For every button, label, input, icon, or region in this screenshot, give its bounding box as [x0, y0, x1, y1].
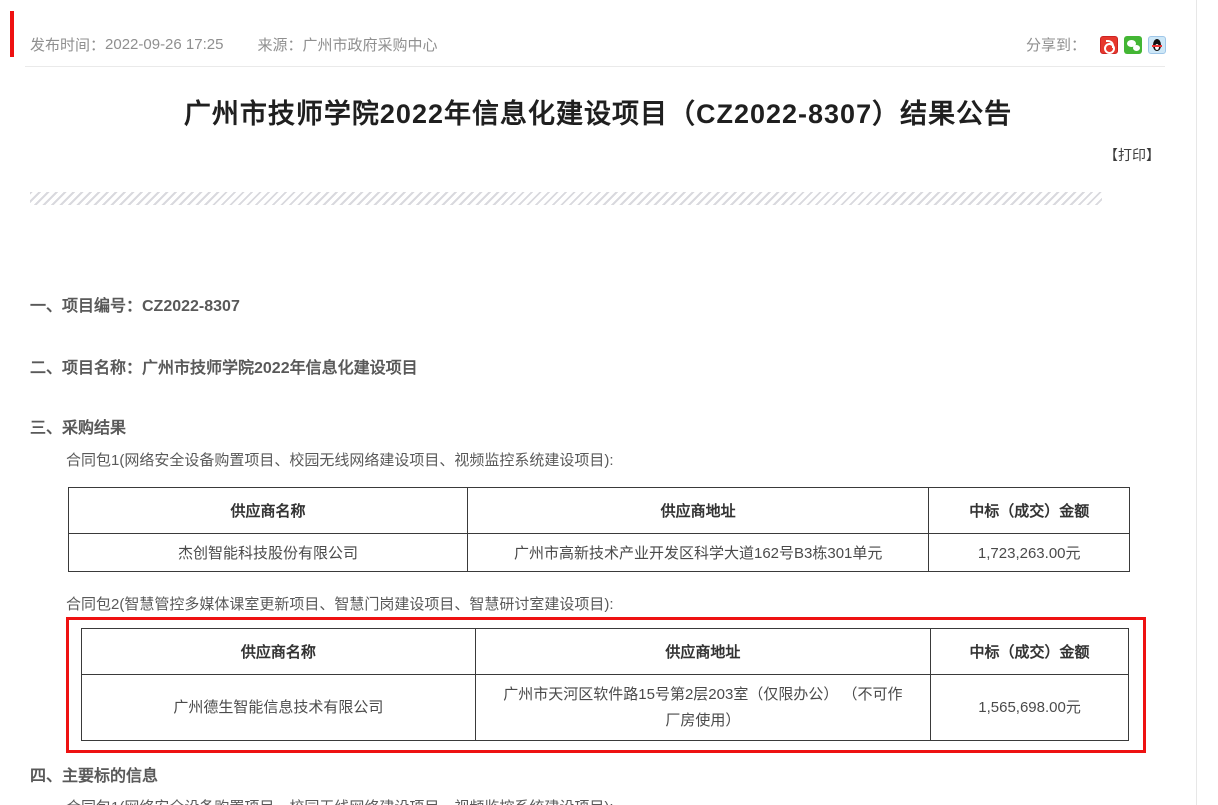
section-procurement-result: 三、采购结果 [30, 414, 126, 438]
weibo-ray-glyph [1106, 40, 1114, 48]
red-annotation-mark [10, 11, 14, 57]
publish-time-label: 发布时间： [30, 34, 105, 55]
supplier-name-cell: 广州德生智能信息技术有限公司 [82, 675, 476, 741]
supplier-address-cell: 广州市高新技术产业开发区科学大道162号B3栋301单元 [467, 534, 929, 572]
weibo-share-icon[interactable] [1100, 36, 1118, 54]
source-label: 来源： [257, 34, 302, 55]
hatched-divider [30, 192, 1102, 205]
section-project-name: 二、项目名称：广州市技师学院2022年信息化建设项目 [30, 354, 418, 378]
meta-bar: 发布时间： 2022-09-26 17:25 来源： 广州市政府采购中心 分享到… [30, 34, 1166, 55]
publish-time-value: 2022-09-26 17:25 [105, 36, 223, 53]
column-divider [1196, 0, 1197, 805]
supplier-name-header: 供应商名称 [82, 629, 476, 675]
award-amount-cell: 1,565,698.00元 [931, 675, 1129, 741]
table-row: 杰创智能科技股份有限公司 广州市高新技术产业开发区科学大道162号B3栋301单… [69, 534, 1130, 572]
supplier-address-cell: 广州市天河区软件路15号第2层203室（仅限办公） （不可作厂房使用） [475, 675, 930, 741]
package1-label: 合同包1(网络安全设备购置项目、校园无线网络建设项目、视频监控系统建设项目): [66, 449, 614, 470]
wechat-bubble2-glyph [1133, 45, 1140, 51]
table-row: 广州德生智能信息技术有限公司 广州市天河区软件路15号第2层203室（仅限办公）… [82, 675, 1129, 741]
package2-result-table: 供应商名称 供应商地址 中标（成交）金额 广州德生智能信息技术有限公司 广州市天… [81, 628, 1129, 741]
share-bar: 分享到： [1026, 34, 1166, 55]
wechat-share-icon[interactable] [1124, 36, 1142, 54]
table-header-row: 供应商名称 供应商地址 中标（成交）金额 [69, 488, 1130, 534]
meta-divider-line [25, 66, 1165, 67]
qq-scarf-glyph [1152, 45, 1162, 47]
supplier-address-header: 供应商地址 [475, 629, 930, 675]
supplier-name-cell: 杰创智能科技股份有限公司 [69, 534, 468, 572]
award-amount-header: 中标（成交）金额 [931, 629, 1129, 675]
bottom-partial-line: 合同包1(网络安全设备购置项目、校园无线网络建设项目、视频监控系统建设项目): [66, 796, 614, 805]
table-header-row: 供应商名称 供应商地址 中标（成交）金额 [82, 629, 1129, 675]
page-title: 广州市技师学院2022年信息化建设项目（CZ2022-8307）结果公告 [0, 92, 1196, 131]
share-label: 分享到： [1026, 34, 1086, 55]
package1-result-table: 供应商名称 供应商地址 中标（成交）金额 杰创智能科技股份有限公司 广州市高新技… [68, 487, 1130, 572]
supplier-address-header: 供应商地址 [467, 488, 929, 534]
award-amount-header: 中标（成交）金额 [929, 488, 1130, 534]
source-value: 广州市政府采购中心 [302, 34, 437, 55]
package2-label: 合同包2(智慧管控多媒体课室更新项目、智慧门岗建设项目、智慧研讨室建设项目): [66, 593, 614, 614]
section-project-number: 一、项目编号：CZ2022-8307 [30, 292, 240, 316]
section-main-subject-info: 四、主要标的信息 [30, 762, 158, 786]
supplier-name-header: 供应商名称 [69, 488, 468, 534]
award-amount-cell: 1,723,263.00元 [929, 534, 1130, 572]
qq-share-icon[interactable] [1148, 36, 1166, 54]
print-button[interactable]: 【打印】 [1104, 145, 1160, 165]
announcement-page: 发布时间： 2022-09-26 17:25 来源： 广州市政府采购中心 分享到… [0, 0, 1218, 805]
